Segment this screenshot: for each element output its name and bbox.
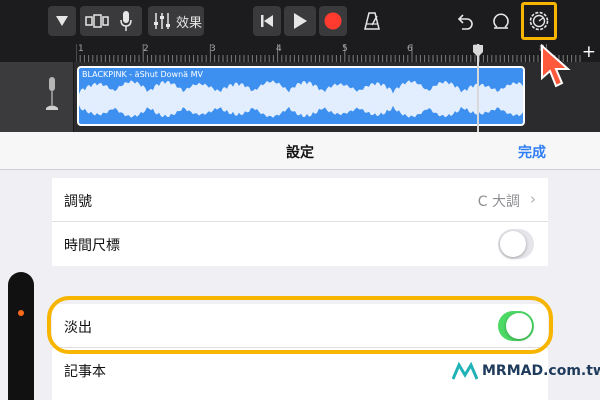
watermark-logo-icon (452, 362, 478, 380)
dropdown-icon (56, 16, 68, 26)
rewind-icon (261, 15, 273, 27)
play-icon (294, 13, 307, 29)
play-button[interactable] (284, 6, 316, 36)
done-button[interactable]: 完成 (518, 142, 546, 162)
effects-label: 效果 (175, 15, 202, 31)
row-label: 記事本 (64, 364, 106, 380)
ruler-label: 2 (143, 44, 149, 54)
watermark: MRMAD.com.tw (452, 362, 600, 380)
cursor-arrow-icon (541, 44, 571, 88)
settings-highlight-box (521, 2, 557, 40)
settings-sheet: 設定 完成 調號 C 大調 › 時間尺標 淡出 記事本 (0, 132, 600, 400)
rewind-button[interactable] (253, 6, 281, 36)
mixer-icon (154, 13, 170, 29)
track-view-icon (85, 14, 109, 28)
microphone-icon (120, 11, 132, 31)
time-ruler-toggle[interactable] (498, 229, 534, 259)
fade-out-highlight-box (47, 296, 553, 354)
audio-region[interactable]: BLACKPINK - äShut Downä MV (77, 66, 525, 126)
settings-group-1: 調號 C 大調 › 時間尺標 (52, 178, 548, 266)
watermark-text: MRMAD.com.tw (482, 363, 600, 379)
ruler-label: 4 (276, 44, 282, 54)
row-value: C 大調 (477, 194, 520, 210)
microphone-button[interactable] (112, 6, 140, 36)
metronome-icon (364, 12, 380, 30)
loop-icon (493, 13, 509, 29)
ruler-label: 6 (407, 44, 413, 54)
ruler-label: 5 (342, 44, 348, 54)
row-label: 調號 (64, 194, 92, 210)
side-drag-handle[interactable] (8, 272, 34, 400)
chevron-right-icon: › (530, 190, 536, 208)
dropdown-button[interactable] (48, 6, 76, 36)
ruler-label: 1 (78, 44, 84, 54)
sheet-title: 設定 (286, 145, 314, 161)
track-header[interactable] (0, 62, 74, 132)
metronome-button[interactable] (358, 6, 386, 36)
waveform (79, 80, 523, 118)
timeline-ruler[interactable]: 1 2 3 4 5 6 7 8 + (0, 42, 600, 62)
record-icon (324, 12, 342, 30)
ruler-tick-marks (76, 44, 581, 62)
track-view-button[interactable] (82, 6, 112, 36)
ruler-label: 3 (210, 44, 216, 54)
record-button[interactable] (319, 6, 347, 36)
microphone-track-icon (46, 77, 58, 110)
row-label: 時間尺標 (64, 238, 120, 254)
sheet-header: 設定 完成 (0, 132, 600, 170)
undo-button[interactable] (451, 6, 479, 36)
ruler-ticks: 1 2 3 4 5 6 7 8 (76, 42, 581, 62)
playhead-line (477, 44, 479, 132)
loop-button[interactable] (487, 6, 515, 36)
toggle-knob (500, 231, 526, 257)
top-toolbar: 效果 (0, 0, 600, 42)
undo-icon (457, 14, 473, 30)
indicator-dot (18, 310, 24, 316)
mixer-button[interactable] (150, 6, 174, 36)
effects-button[interactable]: 效果 (175, 6, 203, 36)
add-section-button[interactable]: + (582, 42, 596, 62)
track-area: BLACKPINK - äShut Downä MV (0, 62, 600, 132)
time-ruler-row: 時間尺標 (52, 222, 548, 266)
key-signature-row[interactable]: 調號 C 大調 › (52, 178, 548, 222)
